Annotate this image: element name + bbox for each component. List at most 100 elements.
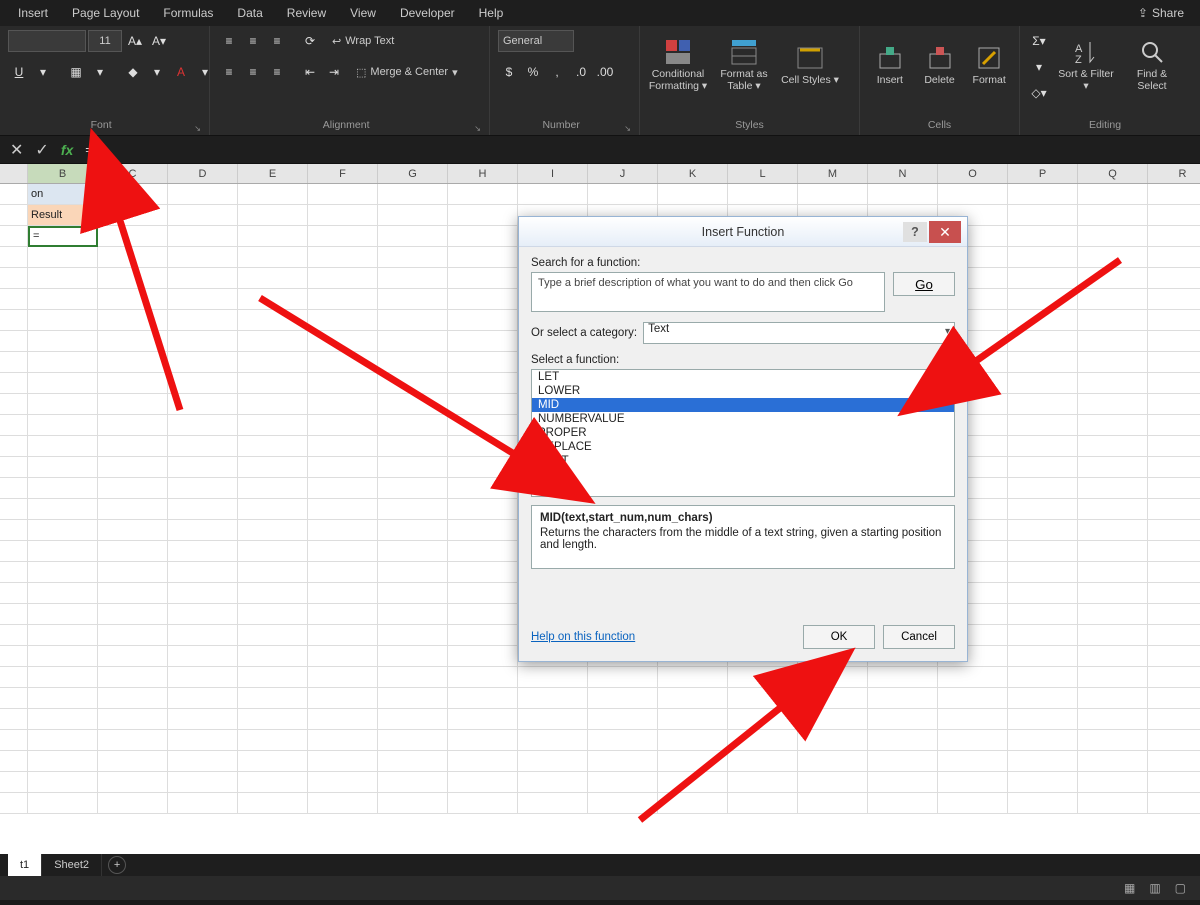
align-bottom-icon[interactable]: ≡: [266, 30, 288, 52]
go-button[interactable]: Go: [893, 272, 955, 296]
comma-format-icon[interactable]: ,: [546, 61, 568, 83]
fill-color-dropdown-icon[interactable]: ▾: [146, 61, 168, 83]
orientation-icon[interactable]: ⟳: [299, 30, 321, 52]
cell-styles-button[interactable]: Cell Styles ▾: [780, 30, 840, 100]
number-dialog-launcher-icon[interactable]: ↘: [624, 124, 631, 133]
view-normal-icon[interactable]: ▦: [1124, 881, 1135, 895]
insert-cells-label: Insert: [877, 74, 903, 86]
decrease-decimal-icon[interactable]: .00: [594, 61, 616, 83]
col-header-R[interactable]: R: [1148, 164, 1200, 183]
wrap-text-button[interactable]: Wrap Text: [345, 35, 394, 47]
format-cells-button[interactable]: Format: [967, 30, 1011, 100]
increase-decimal-icon[interactable]: .0: [570, 61, 592, 83]
insert-function-dialog: Insert Function ? ✕ Search for a functio…: [518, 216, 968, 662]
function-item-lower[interactable]: LOWER: [532, 384, 954, 398]
tab-formulas[interactable]: Formulas: [151, 0, 225, 26]
percent-format-icon[interactable]: %: [522, 61, 544, 83]
col-header-P[interactable]: P: [1008, 164, 1078, 183]
function-item-replace[interactable]: REPLACE: [532, 440, 954, 454]
merge-center-button[interactable]: Merge & Center: [370, 66, 448, 78]
tab-view[interactable]: View: [338, 0, 388, 26]
search-function-input[interactable]: Type a brief description of what you wan…: [531, 272, 885, 312]
align-right-icon[interactable]: ≡: [266, 61, 288, 83]
tab-insert[interactable]: Insert: [6, 0, 60, 26]
format-as-table-button[interactable]: Format as Table ▾: [714, 30, 774, 100]
delete-cells-button[interactable]: Delete: [918, 30, 962, 100]
col-header-L[interactable]: L: [728, 164, 798, 183]
view-page-break-icon[interactable]: ▢: [1175, 881, 1186, 895]
borders-dropdown-icon[interactable]: ▾: [89, 61, 111, 83]
align-top-icon[interactable]: ≡: [218, 30, 240, 52]
conditional-formatting-button[interactable]: Conditional Formatting ▾: [648, 30, 708, 100]
dialog-close-icon[interactable]: ✕: [929, 221, 961, 243]
view-page-layout-icon[interactable]: ▥: [1149, 881, 1160, 895]
function-listbox[interactable]: LETLOWERMIDNUMBERVALUEPROPERREPLACEREPT: [531, 369, 955, 497]
align-middle-icon[interactable]: ≡: [242, 30, 264, 52]
function-item-let[interactable]: LET: [532, 370, 954, 384]
underline-button[interactable]: U: [8, 61, 30, 83]
tab-data[interactable]: Data: [225, 0, 274, 26]
cancel-button[interactable]: Cancel: [883, 625, 955, 649]
tab-page-layout[interactable]: Page Layout: [60, 0, 151, 26]
increase-font-icon[interactable]: A▴: [124, 30, 146, 52]
category-select[interactable]: Text: [643, 322, 955, 344]
number-format-combo[interactable]: General: [498, 30, 574, 52]
sheet-tab-1[interactable]: t1: [8, 854, 42, 876]
col-header-O[interactable]: O: [938, 164, 1008, 183]
col-header-N[interactable]: N: [868, 164, 938, 183]
font-name-combo[interactable]: [8, 30, 86, 52]
ok-button[interactable]: OK: [803, 625, 875, 649]
tab-review[interactable]: Review: [275, 0, 338, 26]
function-item-numbervalue[interactable]: NUMBERVALUE: [532, 412, 954, 426]
select-all-corner[interactable]: [0, 164, 28, 183]
font-color-button[interactable]: A: [170, 61, 192, 83]
col-header-J[interactable]: J: [588, 164, 658, 183]
col-header-K[interactable]: K: [658, 164, 728, 183]
col-header-M[interactable]: M: [798, 164, 868, 183]
merge-dropdown-icon[interactable]: ▾: [452, 66, 458, 79]
find-select-button[interactable]: Find & Select: [1122, 30, 1182, 100]
help-on-function-link[interactable]: Help on this function: [531, 631, 635, 643]
formula-input[interactable]: =: [85, 142, 93, 157]
sheet-tab-2[interactable]: Sheet2: [42, 854, 102, 876]
tab-developer[interactable]: Developer: [388, 0, 467, 26]
alignment-dialog-launcher-icon[interactable]: ↘: [474, 124, 481, 133]
col-header-D[interactable]: D: [168, 164, 238, 183]
function-item-rept[interactable]: REPT: [532, 454, 954, 468]
col-header-G[interactable]: G: [378, 164, 448, 183]
fill-icon[interactable]: ▾: [1028, 56, 1050, 78]
function-item-proper[interactable]: PROPER: [532, 426, 954, 440]
font-dialog-launcher-icon[interactable]: ↘: [194, 124, 201, 133]
col-header-F[interactable]: F: [308, 164, 378, 183]
borders-button[interactable]: ▦: [65, 61, 87, 83]
insert-function-icon[interactable]: fx: [61, 142, 73, 158]
tab-help[interactable]: Help: [467, 0, 516, 26]
underline-dropdown-icon[interactable]: ▾: [32, 61, 54, 83]
col-header-E[interactable]: E: [238, 164, 308, 183]
group-editing: Σ▾ ▾ ◇▾ AZ Sort & Filter ▾ Find & Select…: [1020, 26, 1190, 135]
accept-formula-icon[interactable]: ✓: [35, 140, 48, 160]
new-sheet-button[interactable]: +: [108, 856, 126, 874]
clear-icon[interactable]: ◇▾: [1028, 82, 1050, 104]
decrease-font-icon[interactable]: A▾: [148, 30, 170, 52]
sort-filter-button[interactable]: AZ Sort & Filter ▾: [1056, 30, 1116, 100]
share-button[interactable]: ⇪ Share: [1128, 0, 1194, 26]
insert-cells-button[interactable]: Insert: [868, 30, 912, 100]
dialog-titlebar[interactable]: Insert Function ? ✕: [519, 217, 967, 247]
increase-indent-icon[interactable]: ⇥: [323, 61, 345, 83]
align-center-icon[interactable]: ≡: [242, 61, 264, 83]
align-left-icon[interactable]: ≡: [218, 61, 240, 83]
col-header-Q[interactable]: Q: [1078, 164, 1148, 183]
autosum-icon[interactable]: Σ▾: [1028, 30, 1050, 52]
col-header-C[interactable]: C: [98, 164, 168, 183]
col-header-H[interactable]: H: [448, 164, 518, 183]
dialog-help-icon[interactable]: ?: [903, 222, 927, 242]
col-header-I[interactable]: I: [518, 164, 588, 183]
fill-color-button[interactable]: ◆: [122, 61, 144, 83]
cancel-formula-icon[interactable]: ✕: [10, 140, 23, 160]
col-header-B[interactable]: B: [28, 164, 98, 183]
font-size-combo[interactable]: 11: [88, 30, 122, 52]
function-item-mid[interactable]: MID: [532, 398, 954, 412]
decrease-indent-icon[interactable]: ⇤: [299, 61, 321, 83]
accounting-format-icon[interactable]: $: [498, 61, 520, 83]
